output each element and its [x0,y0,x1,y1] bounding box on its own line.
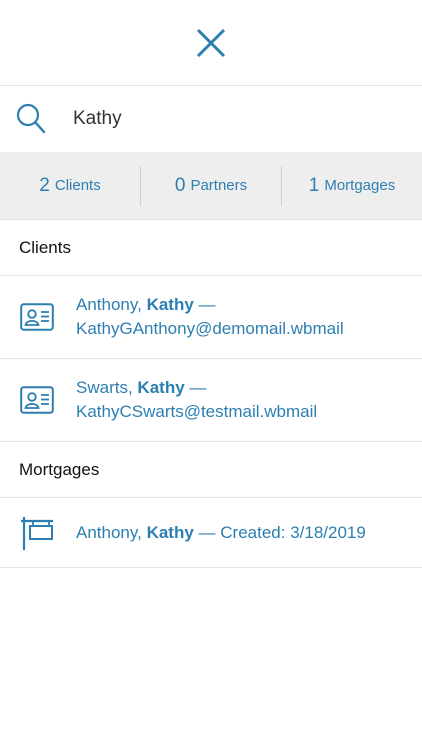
mortgages-count-tab[interactable]: 1 Mortgages [281,165,422,206]
client-last-name: Swarts, [76,378,133,397]
clients-count: 2 [39,174,50,196]
partners-count-label: Partners [190,177,248,194]
mortgage-result-text: Anthony, Kathy — Created: 3/18/2019 [76,521,366,545]
clients-count-tab[interactable]: 2 Clients [0,166,140,206]
client-first-name: Kathy [146,295,194,314]
mortgages-section-header: Mortgages [0,442,422,498]
client-separator: — [198,295,216,314]
client-result-row[interactable]: Swarts, Kathy — KathyCSwarts@testmail.wb… [0,359,422,442]
mortgage-first-name: Kathy [146,522,194,542]
mortgage-result-row[interactable]: Anthony, Kathy — Created: 3/18/2019 [0,498,422,568]
client-separator: — [189,378,207,397]
close-bar [0,0,422,86]
mortgages-count-label: Mortgages [324,177,396,194]
client-first-name: Kathy [137,378,185,397]
hanging-sign-icon [19,515,55,551]
client-email: KathyGAnthony@demomail.wbmail [76,319,344,338]
contact-card-icon [19,386,55,414]
partners-count-tab[interactable]: 0 Partners [140,165,281,206]
client-email: KathyCSwarts@testmail.wbmail [76,402,318,421]
partners-count: 0 [174,174,186,196]
search-icon[interactable] [16,103,46,135]
clients-section-header: Clients [0,220,422,276]
mortgage-last-name: Anthony, [76,522,142,542]
mortgages-count: 1 [308,174,320,196]
close-icon[interactable] [196,28,226,58]
client-result-text: Anthony, Kathy — KathyGAnthony@demomail.… [76,293,344,341]
result-count-bar: 2 Clients 0 Partners 1 Mortgages [0,152,422,220]
client-result-text: Swarts, Kathy — KathyCSwarts@testmail.wb… [76,376,317,424]
search-input[interactable] [73,108,373,130]
mortgage-created-date: — Created: 3/18/2019 [198,522,366,542]
search-bar [0,86,422,152]
contact-card-icon [19,303,55,331]
client-result-row[interactable]: Anthony, Kathy — KathyGAnthony@demomail.… [0,276,422,359]
client-last-name: Anthony, [76,295,142,314]
clients-count-label: Clients [54,177,101,194]
